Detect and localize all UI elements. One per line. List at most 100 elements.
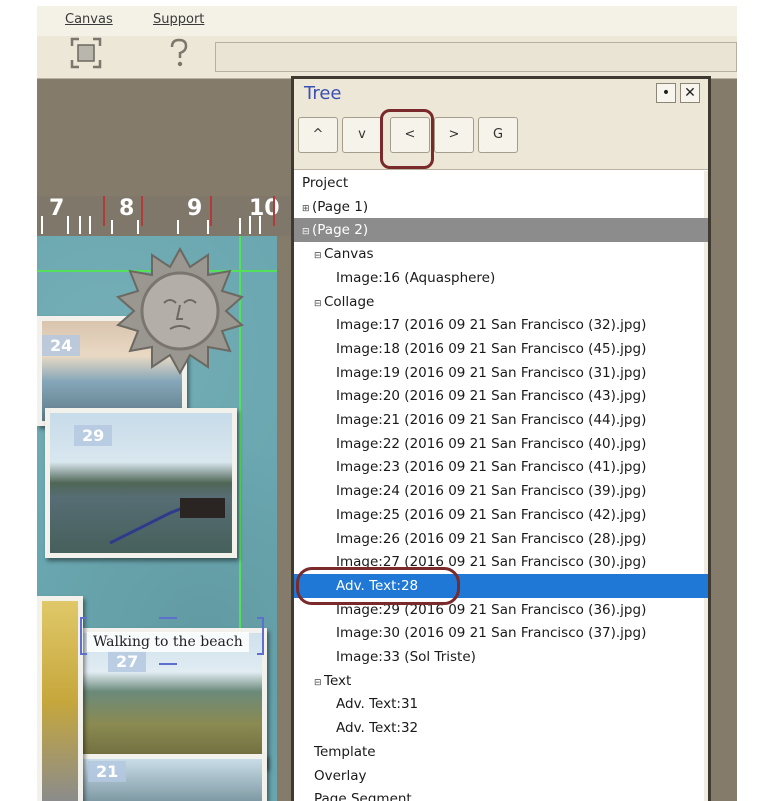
tree-item-label: Image:16 (Aquasphere) xyxy=(336,269,496,286)
tree-item-label: Adv. Text:28 xyxy=(336,577,419,594)
pin-panel-button[interactable]: • xyxy=(656,83,676,103)
horizontal-ruler: 7 8 9 10 xyxy=(37,196,291,236)
tree-item-label: Adv. Text:31 xyxy=(336,696,419,713)
tree-item[interactable]: Image:26 (2016 09 21 San Francisco (28).… xyxy=(294,527,708,551)
tree-item[interactable]: ⊟ (Page 2) xyxy=(294,218,708,244)
tree-item-label: Image:18 (2016 09 21 San Francisco (45).… xyxy=(336,340,647,357)
ruler-tick xyxy=(177,220,179,234)
tree-item[interactable]: Image:29 (2016 09 21 San Francisco (36).… xyxy=(294,598,708,622)
ruler-tick xyxy=(249,216,251,234)
ruler-tick xyxy=(239,218,241,234)
tree-item-label: Canvas xyxy=(324,246,374,263)
tree-item[interactable]: ⊟ Text xyxy=(294,669,708,693)
ruler-tick xyxy=(41,216,43,234)
tree-item[interactable]: Image:27 (2016 09 21 San Francisco (30).… xyxy=(294,550,708,574)
tree-nav-toolbar: ^ v < > G xyxy=(294,107,708,170)
ruler-marker xyxy=(273,196,275,226)
menu-bar: Canvas Support xyxy=(37,6,737,36)
ruler-marker xyxy=(141,196,143,226)
ruler-tick xyxy=(207,220,209,234)
tree-item-label: Image:25 (2016 09 21 San Francisco (42).… xyxy=(336,506,647,523)
tree-item[interactable]: Image:23 (2016 09 21 San Francisco (41).… xyxy=(294,455,708,479)
fit-canvas-icon[interactable] xyxy=(69,36,103,70)
ruler-marker xyxy=(103,196,105,226)
help-icon[interactable] xyxy=(162,36,196,70)
tree-item[interactable]: Adv. Text:31 xyxy=(294,692,708,716)
tree-item[interactable]: ⊟ Collage xyxy=(294,290,708,314)
move-down-button[interactable]: v xyxy=(342,117,382,153)
photo-number-badge: 21 xyxy=(88,761,127,782)
menu-support[interactable]: Support xyxy=(153,12,204,27)
ruler-tick xyxy=(67,216,69,234)
page-canvas[interactable]: 24 29 27 21 Walking to the beach xyxy=(37,236,277,801)
selection-handles[interactable] xyxy=(77,614,277,674)
tree-item-label: Image:24 (2016 09 21 San Francisco (39).… xyxy=(336,483,647,500)
tree-panel-title: Tree xyxy=(304,83,342,104)
tree-item-label: Image:27 (2016 09 21 San Francisco (30).… xyxy=(336,554,647,571)
tree-item-label: Image:26 (2016 09 21 San Francisco (28).… xyxy=(336,530,647,547)
group-button[interactable]: G xyxy=(478,117,518,153)
app-window: Canvas Support 7 8 9 10 24 29 27 21 Walk… xyxy=(37,6,737,801)
tree-item[interactable]: Image:24 (2016 09 21 San Francisco (39).… xyxy=(294,479,708,503)
move-up-button[interactable]: ^ xyxy=(298,117,338,153)
tree-item-label: Adv. Text:32 xyxy=(336,720,419,737)
ruler-label: 10 xyxy=(249,196,280,221)
tree-item[interactable]: ⊞ (Page 1) xyxy=(294,195,708,219)
ruler-tick xyxy=(259,216,261,234)
collage-photo[interactable]: 21 xyxy=(77,754,267,801)
ruler-tick xyxy=(111,220,113,234)
tree-item[interactable]: Project xyxy=(294,171,708,195)
tree-item[interactable]: Image:17 (2016 09 21 San Francisco (32).… xyxy=(294,313,708,337)
ruler-label: 7 xyxy=(49,196,65,221)
tree-item-label: Text xyxy=(324,672,352,689)
tree-list[interactable]: Project ⊞ (Page 1) ⊟ (Page 2) ⊟ Canvas Image:16… xyxy=(294,171,708,801)
tree-item[interactable]: Image:30 (2016 09 21 San Francisco (37).… xyxy=(294,621,708,645)
tree-item[interactable]: ⊟ Canvas xyxy=(294,242,708,266)
tree-item[interactable]: Template xyxy=(294,740,708,764)
collapse-icon[interactable]: ⊟ xyxy=(314,292,322,316)
tree-item-label: Image:33 (Sol Triste) xyxy=(336,649,476,665)
tree-item-label: Image:19 (2016 09 21 San Francisco (31).… xyxy=(336,364,647,381)
collage-photo[interactable]: 29 xyxy=(45,408,237,558)
tree-item[interactable]: Image:19 (2016 09 21 San Francisco (31).… xyxy=(294,361,708,385)
tree-item[interactable]: Image:22 (2016 09 21 San Francisco (40).… xyxy=(294,432,708,456)
close-panel-button[interactable]: ✕ xyxy=(680,83,700,103)
tree-item[interactable]: Adv. Text:28 xyxy=(294,573,708,598)
tree-item-label: Image:20 (2016 09 21 San Francisco (43).… xyxy=(336,388,647,405)
tree-item-label: Overlay xyxy=(314,767,367,784)
tree-item[interactable]: Image:25 (2016 09 21 San Francisco (42).… xyxy=(294,503,708,527)
tree-item-label: Image:22 (2016 09 21 San Francisco (40).… xyxy=(336,435,647,452)
tree-item-label: (Page 1) xyxy=(312,198,369,215)
ruler-tick xyxy=(79,216,81,234)
tree-item[interactable]: Adv. Text:32 xyxy=(294,716,708,740)
tree-item[interactable]: Image:33 (Sol Triste) xyxy=(294,645,708,669)
tree-item[interactable]: Overlay xyxy=(294,764,708,788)
tree-item[interactable]: Image:21 (2016 09 21 San Francisco (44).… xyxy=(294,408,708,432)
tree-item-label: Project xyxy=(302,175,349,191)
collapse-icon[interactable]: ⊟ xyxy=(314,671,322,695)
menu-canvas[interactable]: Canvas xyxy=(65,12,113,27)
ruler-marker xyxy=(210,196,212,226)
tree-item-label: Image:29 (2016 09 21 San Francisco (36).… xyxy=(336,601,647,618)
move-back-button[interactable]: < xyxy=(390,117,430,153)
tree-panel-header: Tree • ✕ xyxy=(294,79,708,107)
tree-item[interactable]: Page Segment xyxy=(294,787,708,801)
sun-ornament-image[interactable] xyxy=(115,246,245,376)
expand-icon[interactable]: ⊞ xyxy=(302,197,310,221)
tree-item-label: Image:21 (2016 09 21 San Francisco (44).… xyxy=(336,412,647,428)
tree-item-label: Template xyxy=(314,743,376,760)
photo-number-badge: 24 xyxy=(42,335,81,356)
ruler-tick xyxy=(137,220,139,234)
ruler-tick xyxy=(89,216,91,234)
collapse-icon[interactable]: ⊟ xyxy=(314,244,322,268)
move-forward-button[interactable]: > xyxy=(434,117,474,153)
tree-item-label: (Page 2) xyxy=(312,222,369,239)
ruler-label: 9 xyxy=(187,196,203,221)
tree-item-label: Collage xyxy=(324,293,375,310)
tree-item[interactable]: Image:18 (2016 09 21 San Francisco (45).… xyxy=(294,337,708,361)
tree-item[interactable]: Image:20 (2016 09 21 San Francisco (43).… xyxy=(294,384,708,408)
tree-item[interactable]: Image:16 (Aquasphere) xyxy=(294,266,708,290)
collapse-icon[interactable]: ⊟ xyxy=(302,220,310,244)
tree-item-label: Image:30 (2016 09 21 San Francisco (37).… xyxy=(336,625,647,642)
tree-panel: Tree • ✕ ^ v < > G Project ⊞ (Page 1) ⊟ (Pag… xyxy=(291,76,711,801)
